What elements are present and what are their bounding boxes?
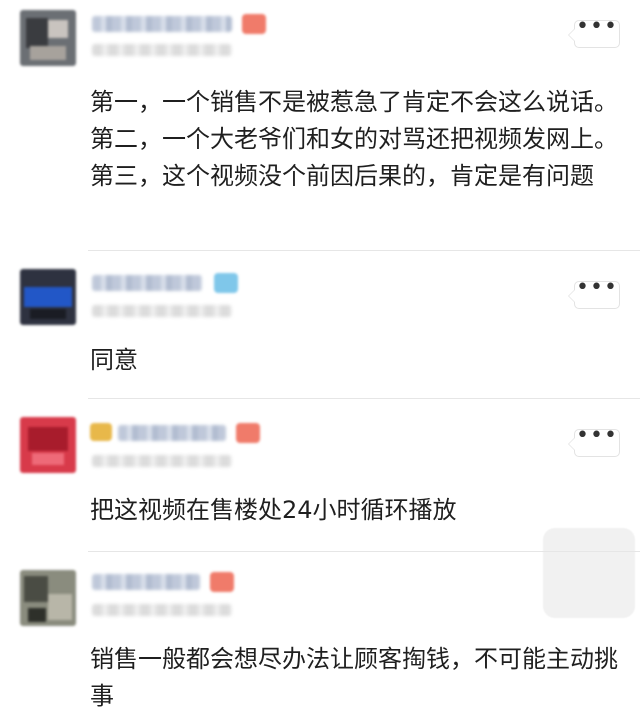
- more-dots-icon[interactable]: •••: [568, 16, 620, 48]
- level-badge-icon: [236, 423, 260, 443]
- timestamp-blurred: [92, 305, 232, 317]
- comment-item: ••• 第一，一个销售不是被惹急了肯定不会这么说话。第二，一个大老爷们和女的对骂…: [0, 0, 640, 251]
- more-dots-icon[interactable]: •••: [568, 425, 620, 457]
- avatar[interactable]: [20, 570, 76, 626]
- vip-crown-icon: [90, 423, 112, 441]
- level-badge-icon: [210, 572, 234, 592]
- comment-text: 把这视频在售楼处24小时循环播放: [90, 496, 457, 524]
- avatar[interactable]: [20, 417, 76, 473]
- username-blurred: [92, 16, 232, 32]
- comment-item: ••• 同意: [0, 251, 640, 399]
- username-blurred: [118, 425, 226, 441]
- comment-text: 第一，一个销售不是被惹急了肯定不会这么说话。第二，一个大老爷们和女的对骂还把视频…: [90, 88, 618, 190]
- avatar[interactable]: [20, 10, 76, 66]
- timestamp-blurred: [92, 455, 232, 467]
- floating-overlay: [543, 528, 635, 618]
- avatar[interactable]: [20, 269, 76, 325]
- timestamp-blurred: [92, 44, 232, 56]
- level-badge-icon: [242, 14, 266, 34]
- comment-item: ••• 把这视频在售楼处24小时循环播放: [0, 399, 640, 552]
- level-badge-icon: [214, 273, 238, 293]
- more-dots-icon[interactable]: •••: [568, 277, 620, 309]
- comment-text: 同意: [90, 346, 138, 374]
- username-blurred: [92, 275, 202, 291]
- timestamp-blurred: [92, 604, 232, 616]
- username-blurred: [92, 574, 200, 590]
- comment-text: 销售一般都会想尽办法让顾客掏钱，不可能主动挑事: [90, 645, 618, 710]
